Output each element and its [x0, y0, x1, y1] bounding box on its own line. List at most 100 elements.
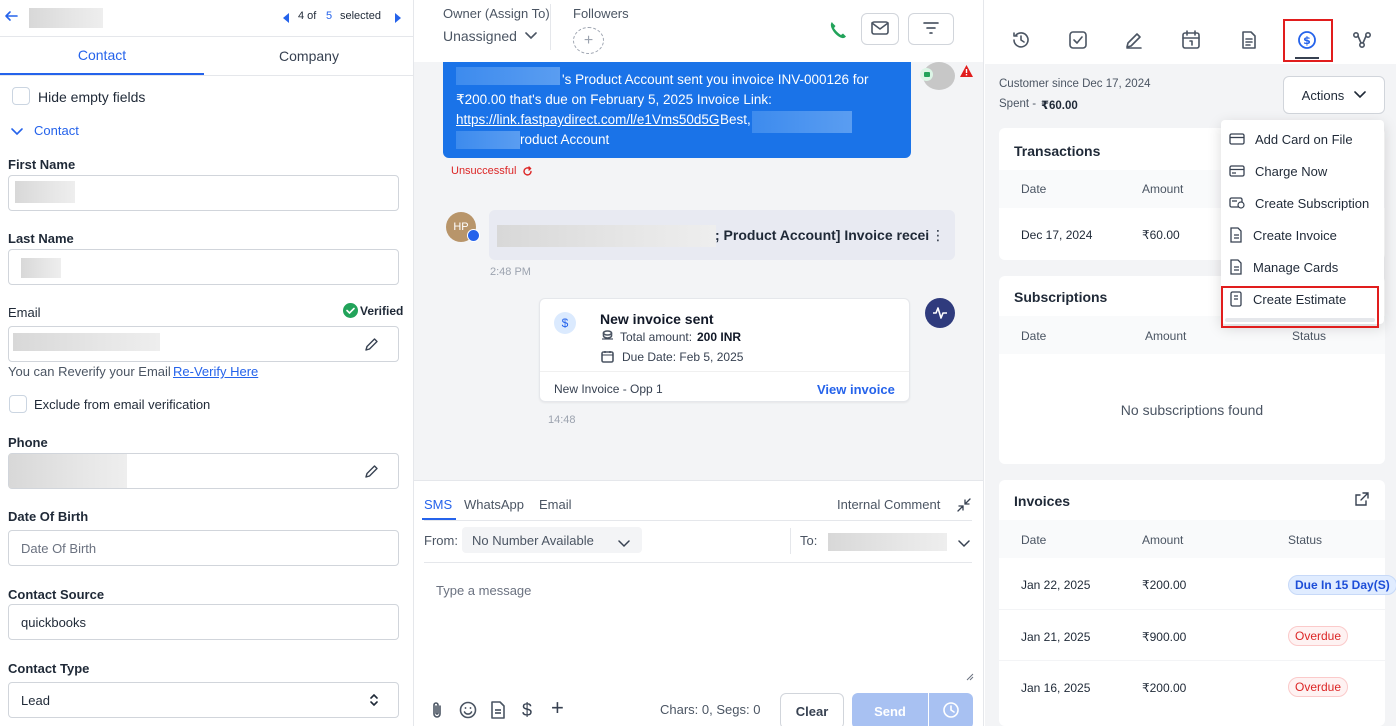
retry-icon[interactable] [522, 165, 533, 180]
tab-sms[interactable]: SMS [424, 497, 452, 512]
next-contact-icon[interactable] [394, 11, 402, 26]
warning-icon [959, 64, 974, 81]
contact-source-field[interactable]: quickbooks [8, 604, 399, 640]
edit-email-icon[interactable] [364, 337, 379, 355]
table-row[interactable]: Jan 16, 2025 ₹200.00 Overdue [999, 660, 1385, 711]
last-name-field[interactable] [8, 249, 399, 285]
pager-total: 5 [326, 10, 333, 22]
attach-icon[interactable] [430, 701, 444, 722]
edit-phone-icon[interactable] [364, 464, 379, 482]
from-number-select[interactable]: No Number Available [462, 527, 642, 553]
reverify-link[interactable]: Re-Verify Here [173, 364, 258, 379]
workflow-icon[interactable] [1352, 30, 1372, 53]
chevron-down-icon[interactable] [618, 536, 630, 551]
dob-field[interactable]: Date Of Birth [8, 530, 399, 566]
tab-contact-label: Contact [77, 47, 127, 63]
filter-icon [922, 21, 940, 38]
actions-dropdown-button[interactable]: Actions [1283, 76, 1385, 114]
email-field[interactable] [8, 326, 399, 362]
chevron-down-icon[interactable] [10, 125, 24, 140]
schedule-send-button[interactable] [929, 693, 973, 726]
documents-icon[interactable] [1239, 30, 1259, 53]
owner-value: Unassigned [443, 28, 517, 44]
menu-item-charge-now[interactable]: Charge Now [1221, 155, 1383, 187]
prev-contact-icon[interactable] [282, 11, 290, 26]
email-subject-redacted [497, 225, 716, 247]
emoji-icon[interactable] [459, 701, 477, 722]
appointments-calendar-icon[interactable] [1181, 30, 1201, 53]
hide-empty-checkbox[interactable] [12, 87, 30, 105]
mail-icon [871, 20, 889, 38]
exclude-verification-checkbox[interactable] [9, 395, 27, 413]
owner-label: Owner (Assign To) [443, 6, 550, 21]
menu-item-create-invoice[interactable]: Create Invoice [1221, 219, 1383, 251]
phone-call-icon[interactable] [828, 20, 848, 43]
notes-pen-icon[interactable] [1124, 30, 1144, 53]
contact-type-select[interactable]: Lead [8, 682, 399, 718]
back-arrow-icon[interactable] [4, 9, 18, 26]
add-plus-icon[interactable]: + [551, 697, 564, 719]
message-line-2: ₹200.00 that's due on February 5, 2025 I… [456, 92, 772, 107]
pager-suffix: selected [340, 10, 381, 22]
view-invoice-link[interactable]: View invoice [817, 382, 895, 397]
table-row[interactable]: Jan 21, 2025 ₹900.00 Overdue [999, 609, 1385, 660]
menu-item-manage-cards[interactable]: Manage Cards [1221, 251, 1383, 283]
message-line-1: 's Product Account sent you invoice INV-… [562, 72, 869, 87]
svg-text:$: $ [1303, 34, 1311, 47]
resize-handle-icon[interactable] [966, 669, 974, 684]
contact-name-redacted [29, 8, 103, 28]
invoice-amount: ₹200.00 [1142, 578, 1187, 592]
tab-company[interactable]: Company [204, 37, 413, 75]
first-name-field[interactable] [8, 175, 399, 211]
email-subject-text: ; Product Account] Invoice receive [715, 227, 929, 243]
invoice-amount: ₹900.00 [1142, 630, 1187, 644]
reverify-text: You can Reverify your Email [8, 364, 171, 379]
invoice-link[interactable]: https://link.fastpaydirect.com/l/e1Vms50… [456, 112, 719, 127]
clear-button[interactable]: Clear [780, 693, 844, 726]
email-message-bubble[interactable]: ; Product Account] Invoice receive ⋮ [489, 210, 955, 260]
contact-type-value: Lead [21, 693, 50, 708]
email-button[interactable] [861, 13, 899, 45]
to-number-redacted[interactable] [828, 533, 947, 551]
payments-tab-highlight[interactable]: $ [1283, 19, 1333, 62]
tasks-icon[interactable] [1068, 30, 1088, 53]
signature-redacted [752, 111, 852, 133]
menu-item-label: Add Card on File [1255, 131, 1353, 147]
template-icon[interactable] [491, 701, 505, 722]
section-contact-title[interactable]: Contact [34, 123, 79, 138]
collapse-icon[interactable] [957, 498, 971, 515]
owner-select[interactable]: Unassigned [443, 26, 543, 46]
menu-item-add-card[interactable]: Add Card on File [1221, 123, 1383, 155]
conversation-panel: Owner (Assign To) Unassigned Followers + [414, 0, 984, 726]
hide-empty-label: Hide empty fields [38, 89, 146, 105]
email-channel-icon [467, 229, 480, 242]
add-follower-button[interactable]: + [573, 27, 604, 54]
invoices-amount-header: Amount [1142, 533, 1184, 547]
transactions-amount-header: Amount [1142, 182, 1184, 196]
activity-history-icon[interactable] [1011, 30, 1031, 53]
tab-email[interactable]: Email [539, 497, 572, 512]
more-options-icon[interactable]: ⋮ [931, 227, 945, 244]
table-row[interactable]: Jan 22, 2025 ₹200.00 Due In 15 Day(S) [999, 558, 1396, 609]
phone-label: Phone [8, 435, 48, 450]
send-button[interactable]: Send [852, 693, 928, 726]
chevron-down-icon[interactable] [958, 536, 970, 551]
internal-comment-tab[interactable]: Internal Comment [837, 497, 940, 512]
invoices-title: Invoices [1014, 493, 1071, 509]
send-button-label: Send [874, 703, 906, 719]
menu-item-create-subscription[interactable]: Create Subscription [1221, 187, 1383, 219]
spent-value: ₹60.00 [1041, 100, 1078, 112]
menu-item-label: Manage Cards [1253, 259, 1339, 275]
tab-contact[interactable]: Contact [0, 37, 204, 75]
tab-whatsapp[interactable]: WhatsApp [464, 497, 524, 512]
phone-field[interactable] [8, 453, 399, 489]
invoices-card: Invoices Date Amount Status Jan 22, 2025… [999, 480, 1396, 726]
message-textarea[interactable]: Type a message [424, 563, 974, 681]
payments-dollar-icon: $ [1297, 30, 1317, 53]
menu-item-label: Create Invoice [1253, 227, 1337, 243]
sender-name-redacted [456, 67, 560, 85]
filter-button[interactable] [908, 13, 954, 45]
external-link-icon[interactable] [1354, 492, 1369, 510]
invoice-doc-icon [1230, 227, 1242, 243]
payment-dollar-icon[interactable]: $ [522, 700, 532, 721]
